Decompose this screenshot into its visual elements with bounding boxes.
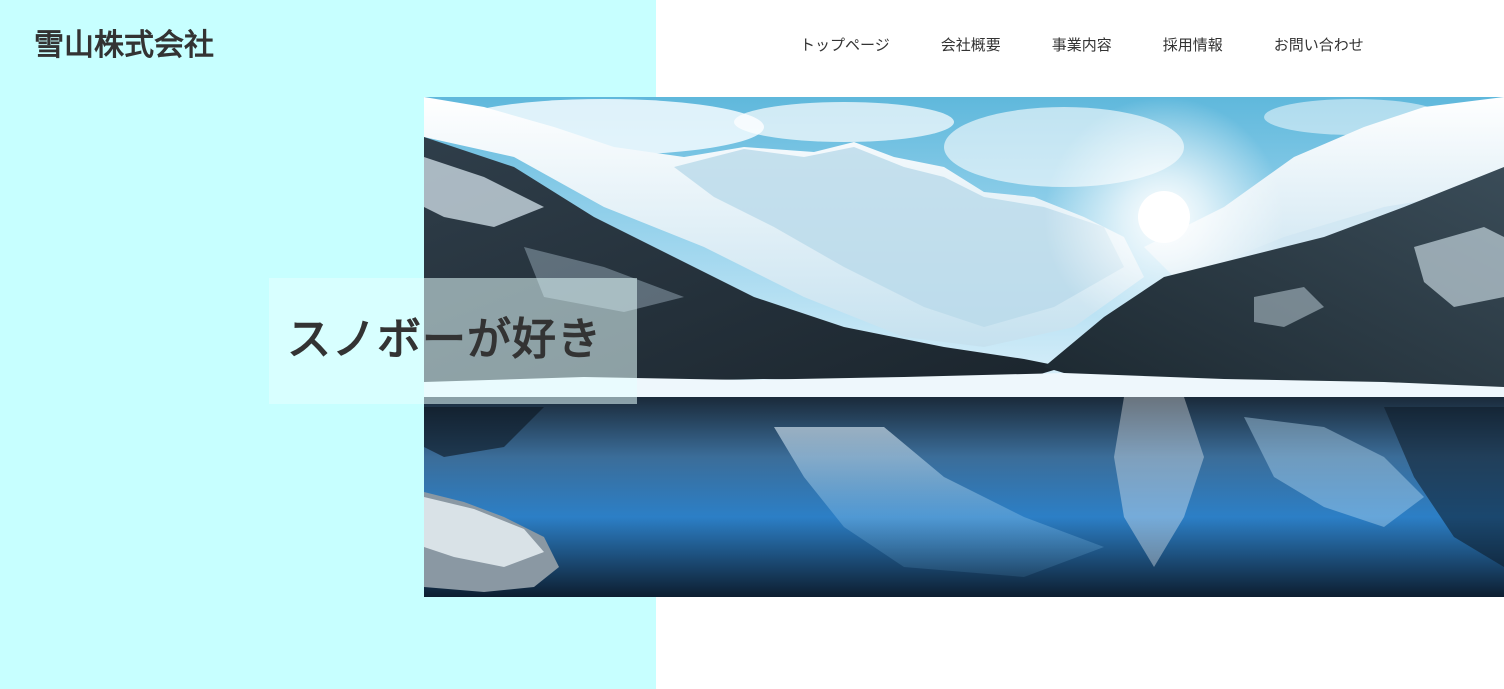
global-nav: トップページ 会社概要 事業内容 採用情報 お問い合わせ [800, 34, 1364, 56]
catch-copy-box: スノボーが好き [269, 278, 637, 404]
nav-item-company[interactable]: 会社概要 [941, 34, 1001, 56]
nav-item-recruit[interactable]: 採用情報 [1163, 34, 1223, 56]
nav-item-business[interactable]: 事業内容 [1052, 34, 1112, 56]
nav-item-top[interactable]: トップページ [800, 34, 890, 56]
catch-copy: スノボーが好き [287, 314, 602, 365]
site-title[interactable]: 雪山株式会社 [34, 26, 214, 66]
nav-item-contact[interactable]: お問い合わせ [1274, 34, 1364, 56]
